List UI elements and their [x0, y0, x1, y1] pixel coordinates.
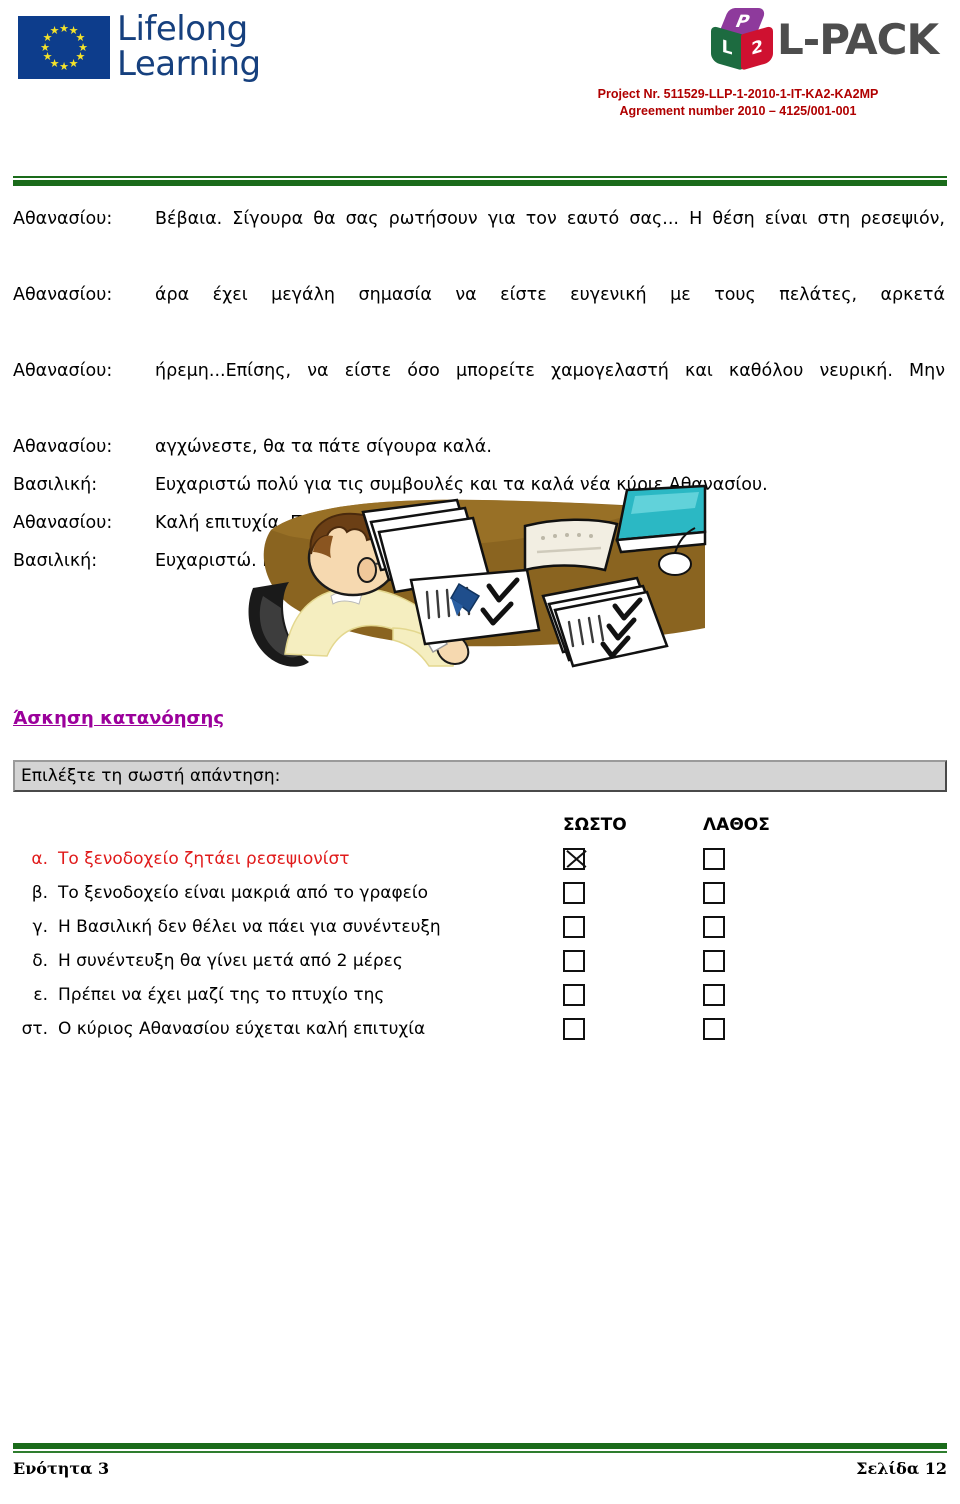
quiz-cell-true: [558, 984, 698, 1006]
checkbox-false[interactable]: [703, 984, 725, 1006]
column-header-false: ΛΑΘΟΣ: [703, 815, 770, 835]
dialogue-speaker-continuation: Αθανασίου:: [13, 285, 113, 305]
footer-unit: Ενότητα 3: [13, 1459, 110, 1478]
quiz-item-statement: Ο κύριος Αθανασίου εύχεται καλή επιτυχία: [58, 1019, 426, 1039]
eu-star-icon: ★: [59, 59, 69, 73]
exercise-heading: Άσκηση κατανόησης: [13, 708, 225, 729]
learning-text: Learning: [117, 44, 261, 84]
lpack-wordmark: L-PACK: [777, 14, 939, 64]
dialogue-speaker: Αθανασίου:: [13, 209, 113, 229]
lifelong-text: Lifelong: [117, 9, 248, 49]
checkbox-true[interactable]: [563, 848, 585, 870]
eu-flag-icon: ★ ★ ★ ★ ★ ★ ★ ★ ★ ★ ★ ★: [18, 15, 110, 79]
quiz-row: α. Το ξενοδοχείο ζητάει ρεσεψιονίστ: [13, 842, 947, 876]
checkbox-true[interactable]: [563, 1018, 585, 1040]
quiz-item-statement: Η Βασιλική δεν θέλει να πάει για συνέντε…: [58, 917, 441, 937]
true-false-quiz: ΣΩΣΤΟ ΛΑΘΟΣ α. Το ξενοδοχείο ζητάει ρεσεψ…: [13, 808, 947, 1046]
quiz-item-letter: δ.: [32, 951, 48, 971]
quiz-cell-true: [558, 950, 698, 972]
page-footer: Ενότητα 3 Σελίδα 12: [13, 1459, 947, 1478]
quiz-cell-false: [698, 848, 838, 870]
eu-star-icon: ★: [49, 24, 60, 38]
dialogue-speaker-continuation: Αθανασίου:: [13, 361, 113, 381]
dialogue-text: αγχώνεστε, θα τα πάτε σίγουρα καλά.: [155, 437, 492, 457]
quiz-cell-true: [558, 882, 698, 904]
quiz-item-letter: γ.: [32, 917, 48, 937]
quiz-item-letter: β.: [31, 883, 48, 903]
dialogue-text: Βέβαια. Σίγουρα θα σας ρωτήσουν για τον …: [155, 209, 945, 229]
dialogue-speaker-continuation: Αθανασίου:: [13, 437, 113, 457]
desk-illustration-svg: [248, 484, 707, 668]
quiz-cell-true: [558, 916, 698, 938]
dialogue-text: άρα έχει μεγάλη σημασία να είστε ευγενικ…: [155, 285, 945, 305]
quiz-cell-false: [698, 950, 838, 972]
quiz-item-letter: ε.: [33, 985, 48, 1005]
quiz-row: στ. Ο κύριος Αθανασίου εύχεται καλή επιτυ…: [13, 1012, 947, 1046]
dialogue-speaker: Βασιλική:: [13, 475, 98, 495]
dialogue-speaker: Αθανασίου:: [13, 513, 113, 533]
checkbox-true[interactable]: [563, 916, 585, 938]
project-number: Project Nr. 511529-LLP-1-2010-1-IT-KA2-K…: [597, 87, 879, 101]
quiz-cell-false: [698, 916, 838, 938]
header-divider: [13, 176, 947, 186]
quiz-item-letter: α.: [31, 849, 48, 869]
dialogue-text: ήρεμη...Επίσης, να είστε όσο μπορείτε χα…: [155, 361, 945, 381]
project-reference: Project Nr. 511529-LLP-1-2010-1-IT-KA2-K…: [538, 86, 938, 120]
dialogue-line: Αθανασίου: ήρεμη...Επίσης, να είστε όσο μ…: [13, 352, 947, 428]
checkbox-false[interactable]: [703, 882, 725, 904]
checkbox-false[interactable]: [703, 848, 725, 870]
quiz-cell-false: [698, 882, 838, 904]
quiz-row: ε. Πρέπει να έχει μαζί της το πτυχίο της: [13, 978, 947, 1012]
dialogue-speaker: Βασιλική:: [13, 551, 98, 571]
lpack-logo: P L 2 L-PACK: [709, 8, 939, 71]
checkbox-true[interactable]: [563, 984, 585, 1006]
page-header: ★ ★ ★ ★ ★ ★ ★ ★ ★ ★ ★ ★ Lifelong Learning P L 2 L-P…: [0, 0, 960, 165]
cube-face-right: 2: [741, 25, 773, 71]
quiz-rows-container: α. Το ξενοδοχείο ζητάει ρεσεψιονίστ β. Το ξ…: [13, 842, 947, 1046]
exercise-prompt: Επιλέξτε τη σωστή απάντηση:: [13, 760, 947, 792]
desk-illustration: [243, 478, 717, 683]
quiz-item-statement: Η συνέντευξη θα γίνει μετά από 2 μέρες: [58, 951, 403, 971]
checkbox-false[interactable]: [703, 950, 725, 972]
eu-star-icon: ★: [68, 56, 79, 70]
dialogue-line: Αθανασίου: αγχώνεστε, θα τα πάτε σίγουρα …: [13, 428, 947, 466]
quiz-item-statement: Το ξενοδοχείο ζητάει ρεσεψιονίστ: [58, 849, 350, 869]
footer-page-number: Σελίδα 12: [856, 1459, 947, 1478]
quiz-row: β. Το ξενοδοχείο είναι μακριά από το γραφ…: [13, 876, 947, 910]
quiz-item-statement: Πρέπει να έχει μαζί της το πτυχίο της: [58, 985, 385, 1005]
checkbox-false[interactable]: [703, 916, 725, 938]
checkbox-true[interactable]: [563, 950, 585, 972]
column-header-true: ΣΩΣΤΟ: [563, 815, 627, 835]
quiz-row: γ. Η Βασιλική δεν θέλει να πάει για συνέν…: [13, 910, 947, 944]
footer-divider: [13, 1443, 947, 1453]
dialogue-line: Αθανασίου: άρα έχει μεγάλη σημασία να είσ…: [13, 276, 947, 352]
agreement-number: Agreement number 2010 – 4125/001-001: [619, 104, 857, 118]
checkbox-false[interactable]: [703, 1018, 725, 1040]
quiz-cell-true: [558, 1018, 698, 1040]
quiz-item-letter: στ.: [21, 1019, 48, 1039]
checkbox-true[interactable]: [563, 882, 585, 904]
quiz-column-headers: ΣΩΣΤΟ ΛΑΘΟΣ: [13, 808, 947, 842]
quiz-cell-false: [698, 1018, 838, 1040]
quiz-item-statement: Το ξενοδοχείο είναι μακριά από το γραφεί…: [58, 883, 429, 903]
quiz-cell-false: [698, 984, 838, 1006]
quiz-cell-true: [558, 848, 698, 870]
lifelong-learning-wordmark: Lifelong Learning: [117, 12, 261, 82]
document-page: ★ ★ ★ ★ ★ ★ ★ ★ ★ ★ ★ ★ Lifelong Learning P L 2 L-P…: [0, 0, 960, 1504]
quiz-row: δ. Η συνέντευξη θα γίνει μετά από 2 μέρες: [13, 944, 947, 978]
lpack-cube-icon: P L 2: [709, 8, 775, 71]
dialogue-line: Αθανασίου: Βέβαια. Σίγουρα θα σας ρωτήσου…: [13, 200, 947, 276]
eu-lifelong-learning-logo: ★ ★ ★ ★ ★ ★ ★ ★ ★ ★ ★ ★ Lifelong Learning: [18, 12, 261, 82]
